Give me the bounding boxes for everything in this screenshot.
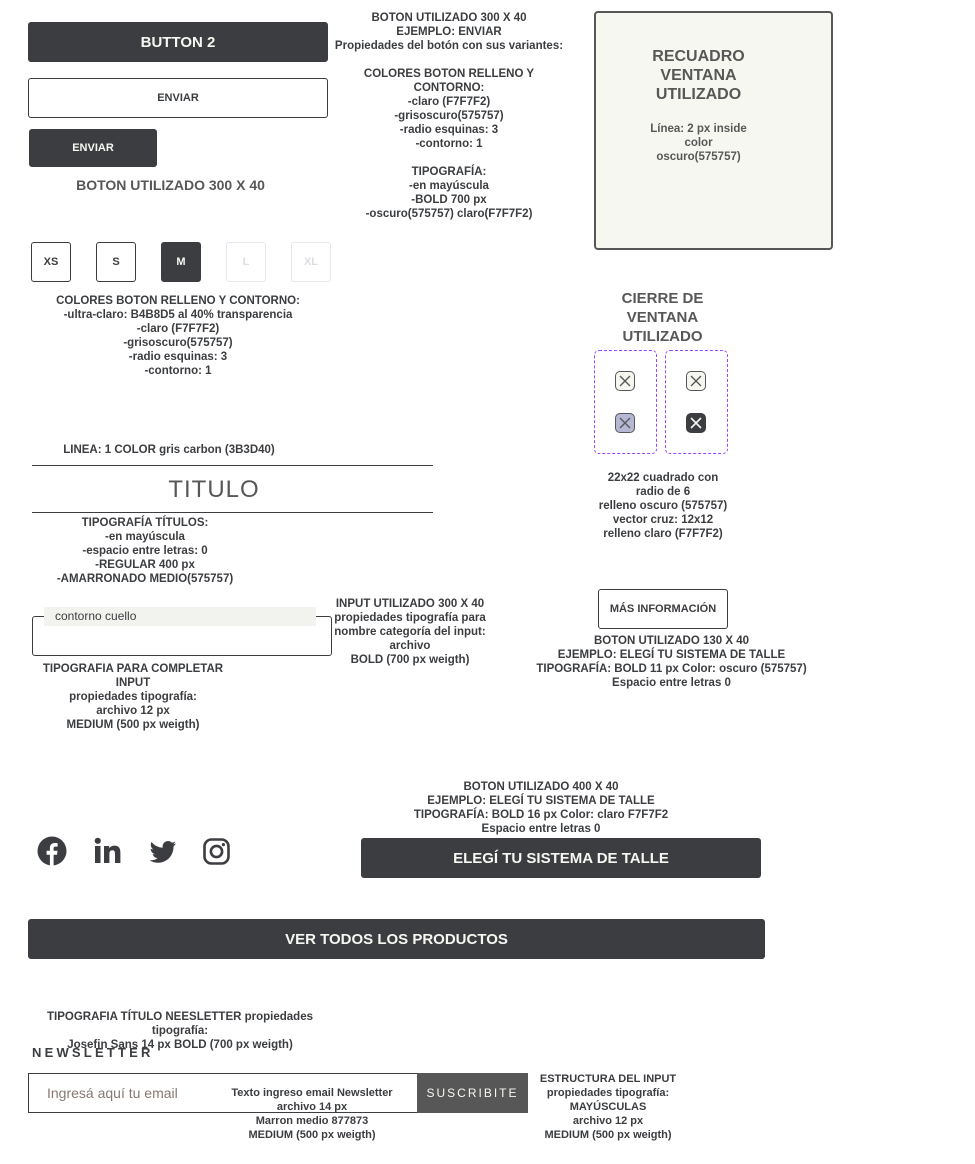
- elegi-talle-button[interactable]: ELEGÍ TU SISTEMA DE TALLE: [361, 838, 761, 878]
- button-2[interactable]: BUTTON 2: [28, 22, 328, 62]
- note-boton-300: BOTON UTILIZADO 300 X 40 EJEMPLO: ENVIAR…: [334, 12, 564, 220]
- close-icon-hover[interactable]: [615, 413, 635, 433]
- size-button-m[interactable]: M: [161, 242, 201, 282]
- note-tipografia-titulos: TIPOGRAFÍA TÍTULOS: -en mayúscula -espac…: [56, 517, 234, 585]
- close-icon-dark[interactable]: [686, 413, 706, 433]
- ver-todos-button[interactable]: VER TODOS LOS PRODUCTOS: [28, 919, 765, 959]
- newsletter-heading: NEWSLETTER: [32, 1045, 154, 1060]
- cuello-input-label: contorno cuello: [44, 607, 316, 626]
- suscribite-button[interactable]: SUSCRIBITE: [417, 1073, 528, 1113]
- note-cierre-spec: 22x22 cuadrado con radio de 6 relleno os…: [598, 472, 728, 540]
- facebook-icon[interactable]: [37, 836, 67, 866]
- close-variants-light: [594, 350, 657, 454]
- size-button-xl[interactable]: XL: [291, 242, 331, 282]
- enviar-dark-button[interactable]: ENVIAR: [29, 129, 157, 167]
- size-button-s[interactable]: S: [96, 242, 136, 282]
- twitter-icon[interactable]: [148, 837, 178, 867]
- window-box: RECUADRO VENTANA UTILIZADO Línea: 2 px i…: [594, 11, 833, 250]
- close-variants-dark: [665, 350, 728, 454]
- close-icon[interactable]: [615, 371, 635, 391]
- divider-top: [32, 465, 433, 466]
- close-icon-outline[interactable]: [686, 371, 706, 391]
- window-box-title: RECUADRO VENTANA UTILIZADO: [652, 48, 745, 103]
- note-linea: LINEA: 1 COLOR gris carbon (3B3D40): [63, 444, 275, 456]
- linkedin-icon[interactable]: [93, 836, 123, 866]
- note-estructura-input: ESTRUCTURA DEL INPUT propiedades tipogra…: [539, 1073, 677, 1141]
- caption-300x40: BOTON UTILIZADO 300 X 40: [76, 177, 265, 193]
- note-sizes-colors: COLORES BOTON RELLENO Y CONTORNO: -ultra…: [56, 295, 300, 377]
- note-tipografia-input: TIPOGRAFIA PARA COMPLETAR INPUT propieda…: [42, 663, 224, 731]
- divider-bottom: [32, 512, 433, 513]
- enviar-outline-button[interactable]: ENVIAR: [28, 78, 328, 118]
- note-boton-400: BOTON UTILIZADO 400 X 40 EJEMPLO: ELEGÍ …: [413, 781, 669, 835]
- size-button-l[interactable]: L: [226, 242, 266, 282]
- close-title: CIERRE DE VENTANA UTILIZADO: [621, 290, 704, 345]
- size-button-xs[interactable]: XS: [31, 242, 71, 282]
- instagram-icon[interactable]: [202, 837, 232, 867]
- newsletter-placeholder: Ingresá aquí tu email: [47, 1085, 178, 1101]
- mas-informacion-button[interactable]: MÁS INFORMACIÓN: [598, 589, 728, 629]
- note-boton-130: BOTON UTILIZADO 130 X 40 EJEMPLO: ELEGÍ …: [536, 635, 807, 689]
- note-input-300: INPUT UTILIZADO 300 X 40 propiedades tip…: [334, 598, 486, 666]
- window-box-desc: Línea: 2 px inside color oscuro(575757): [650, 123, 747, 163]
- note-newsletter-input: Texto ingreso email Newsletter archivo 1…: [231, 1087, 393, 1141]
- page-title: TITULO: [168, 476, 260, 503]
